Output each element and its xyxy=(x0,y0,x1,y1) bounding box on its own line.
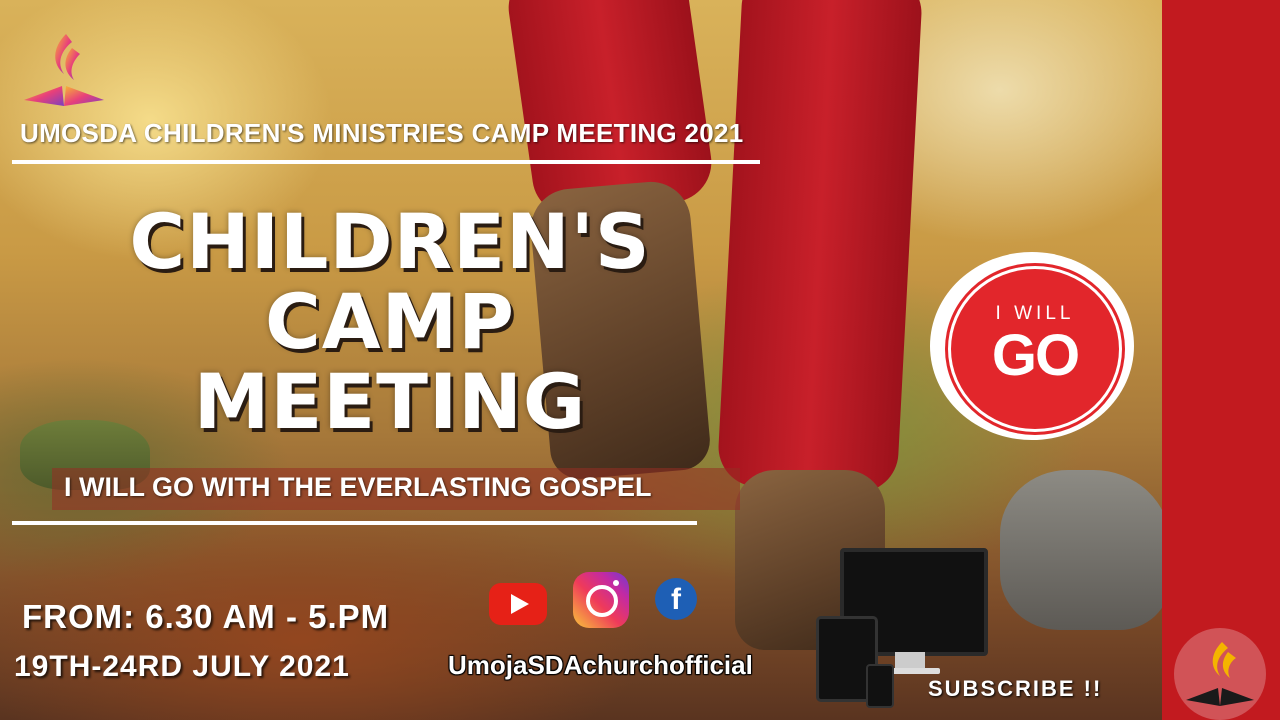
person-leg-right xyxy=(716,0,924,495)
subscribe-text[interactable]: SUBSCRIBE !! xyxy=(928,676,1102,702)
social-handle[interactable]: UmojaSDAchurchofficial xyxy=(448,650,753,681)
event-dates: 19TH-24RD JULY 2021 xyxy=(14,650,350,683)
divider-top xyxy=(12,160,760,164)
badge-main-text: GO xyxy=(991,323,1080,388)
headline-line-2: CAMP xyxy=(265,277,515,366)
divider-middle xyxy=(12,521,697,525)
theme-text: I WILL GO WITH THE EVERLASTING GOSPEL xyxy=(64,472,652,502)
right-brand-bar xyxy=(1162,0,1280,720)
headline-line-3: MEETING xyxy=(193,357,587,446)
instagram-icon[interactable] xyxy=(573,572,629,628)
headline-line-1: CHILDREN'S xyxy=(129,197,651,286)
corner-sda-logo-icon xyxy=(1174,628,1266,720)
youtube-icon[interactable] xyxy=(489,583,547,625)
facebook-icon[interactable]: f xyxy=(655,578,697,620)
org-event-title: UMOSDA CHILDREN'S MINISTRIES CAMP MEETIN… xyxy=(20,118,744,148)
sda-logo-icon xyxy=(24,34,104,106)
corner-sda-logo-svg xyxy=(1186,642,1254,706)
phone-icon xyxy=(866,664,894,708)
background-rock xyxy=(1000,470,1162,630)
main-headline: CHILDREN'S CAMP MEETING xyxy=(110,202,670,442)
event-time: FROM: 6.30 AM - 5.PM xyxy=(22,598,390,635)
